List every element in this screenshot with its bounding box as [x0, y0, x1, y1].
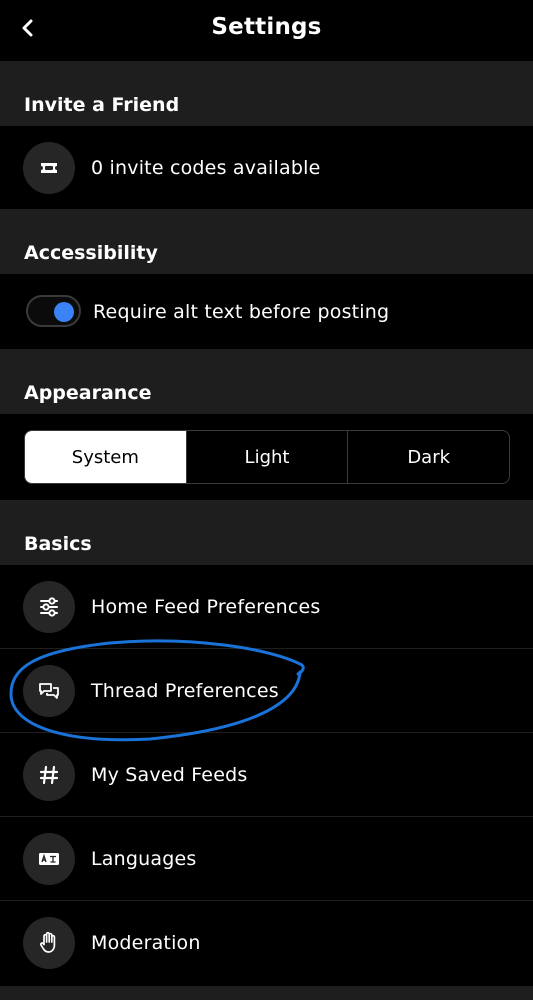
appearance-option-dark[interactable]: Dark	[348, 431, 509, 483]
header-bar: Settings	[0, 0, 533, 61]
settings-screen: Settings Invite a Friend 0 invite codes …	[0, 0, 533, 1000]
invite-codes-row[interactable]: 0 invite codes available	[0, 126, 533, 209]
basics-item-label: Thread Preferences	[91, 680, 279, 702]
basics-item-thread-preferences[interactable]: Thread Preferences	[0, 649, 533, 733]
appearance-segmented-control: System Light Dark	[24, 430, 510, 484]
section-basics: Basics	[0, 500, 533, 565]
invite-codes-label: 0 invite codes available	[91, 157, 321, 179]
hashtag-icon-wrap	[23, 749, 75, 801]
language-icon-wrap	[23, 833, 75, 885]
section-title-invite: Invite a Friend	[24, 94, 180, 116]
alt-text-toggle[interactable]	[26, 295, 81, 327]
language-icon	[39, 853, 59, 865]
ticket-icon-wrap	[23, 142, 75, 194]
basics-item-label: Moderation	[91, 932, 201, 954]
basics-item-moderation[interactable]: Moderation	[0, 901, 533, 986]
basics-item-saved-feeds[interactable]: My Saved Feeds	[0, 733, 533, 817]
alt-text-row[interactable]: Require alt text before posting	[0, 274, 533, 349]
appearance-option-light[interactable]: Light	[187, 431, 349, 483]
section-title-basics: Basics	[24, 533, 92, 555]
hashtag-icon	[39, 765, 59, 785]
section-invite: Invite a Friend	[0, 61, 533, 126]
chat-bubbles-icon	[39, 683, 59, 699]
section-title-appearance: Appearance	[24, 382, 152, 404]
section-appearance: Appearance	[0, 349, 533, 414]
hand-icon	[39, 931, 56, 953]
section-title-accessibility: Accessibility	[24, 242, 158, 264]
alt-text-label: Require alt text before posting	[93, 301, 390, 323]
hand-icon-wrap	[23, 917, 75, 969]
toggle-knob	[54, 302, 74, 322]
basics-item-label: Home Feed Preferences	[91, 596, 321, 618]
basics-item-languages[interactable]: Languages	[0, 817, 533, 901]
ticket-icon	[41, 163, 57, 173]
sliders-icon	[40, 597, 58, 617]
section-accessibility: Accessibility	[0, 209, 533, 274]
appearance-option-system[interactable]: System	[25, 431, 187, 483]
basics-item-label: Languages	[91, 848, 197, 870]
sliders-icon-wrap	[23, 581, 75, 633]
page-title: Settings	[211, 14, 322, 40]
basics-item-label: My Saved Feeds	[91, 764, 248, 786]
bottom-section-band	[0, 986, 533, 1000]
basics-item-home-feed[interactable]: Home Feed Preferences	[0, 565, 533, 649]
chat-bubbles-icon-wrap	[23, 665, 75, 717]
